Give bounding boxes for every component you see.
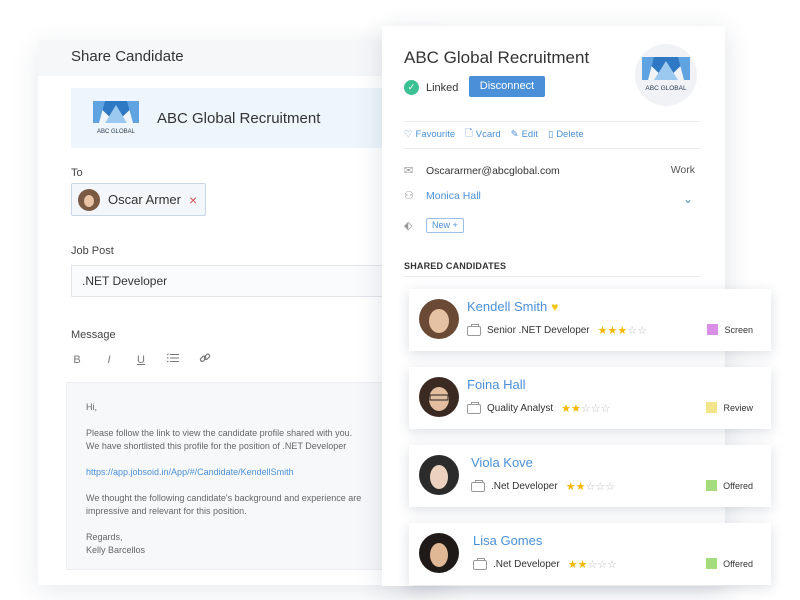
status-badge: Screen (707, 324, 753, 335)
divider (404, 276, 700, 277)
stage: Share Candidate ABC GLOBAL ABC Global Re… (0, 0, 800, 600)
briefcase-icon (467, 323, 481, 336)
candidate-role-row: .Net Developer ★★☆☆☆ (471, 479, 616, 493)
message-line: We have shortlisted this profile for the… (86, 441, 347, 451)
briefcase-icon (473, 557, 487, 570)
company-banner: ABC GLOBAL ABC Global Recruitment (71, 88, 416, 148)
candidate-avatar (419, 455, 459, 495)
candidate-role: Senior .NET Developer (487, 325, 590, 336)
rating-stars: ★★☆☆☆ (561, 403, 611, 415)
rating-stars: ★★☆☆☆ (567, 559, 618, 571)
candidate-card[interactable]: Lisa Gomes .Net Developer ★★☆☆☆ Offered (409, 523, 771, 585)
linked-status: ✓ Linked (404, 80, 458, 95)
message-line: impressive and relevant for this positio… (86, 506, 247, 516)
email-address[interactable]: Oscararmer@abcglobal.com (426, 165, 560, 177)
candidate-card[interactable]: Kendell Smith ♥ Senior .NET Developer ★★★… (409, 289, 771, 351)
message-line: We thought the following candidate's bac… (86, 493, 362, 503)
message-signature: Kelly Barcellos (86, 545, 146, 555)
candidate-role-row: Quality Analyst ★★☆☆☆ (467, 401, 611, 415)
delete-action[interactable]: ▯ Delete (548, 126, 584, 142)
profile-actions: ♡ Favourite 🗋 Vcard ✎ Edit ▯ Delete (404, 126, 584, 142)
vcard-action[interactable]: 🗋 Vcard (465, 126, 500, 142)
message-greeting: Hi, (86, 402, 97, 412)
owner-name[interactable]: Monica Hall (426, 190, 481, 202)
status-badge: Review (706, 402, 753, 413)
candidate-avatar (419, 299, 459, 339)
company-logo-circle: ABC GLOBAL (635, 44, 697, 106)
candidate-role: .Net Developer (491, 481, 558, 492)
divider (404, 148, 700, 149)
tag-icon: ⬖ (404, 220, 413, 232)
logo-text: ABC GLOBAL (645, 85, 687, 92)
job-post-field[interactable]: .NET Developer (71, 265, 401, 297)
disconnect-button[interactable]: Disconnect (469, 76, 545, 97)
recipient-avatar (78, 188, 100, 211)
user-icon: ⚇ (404, 190, 414, 202)
svg-text:ABC GLOBAL: ABC GLOBAL (97, 129, 136, 135)
candidate-name[interactable]: Foina Hall (467, 377, 526, 392)
company-logo: ABC GLOBAL (93, 101, 139, 135)
email-row: ✉ Oscararmer@abcglobal.com (404, 164, 560, 178)
status-badge: Offered (706, 480, 753, 491)
recipient-chip[interactable]: Oscar Armer × (71, 183, 206, 216)
candidate-role: .Net Developer (493, 559, 560, 570)
heart-outline-icon: ♡ (404, 128, 413, 140)
company-name: ABC Global Recruitment (157, 109, 321, 127)
candidate-name[interactable]: Viola Kove (471, 455, 533, 470)
briefcase-icon (471, 479, 485, 492)
to-label: To (71, 167, 83, 179)
message-line: Please follow the link to view the candi… (86, 428, 353, 438)
company-logo: ABC GLOBAL (642, 57, 690, 92)
candidate-role-row: .Net Developer ★★☆☆☆ (473, 557, 618, 571)
favourite-action[interactable]: ♡ Favourite (404, 126, 455, 142)
profile-title: ABC Global Recruitment (404, 48, 590, 67)
candidate-name[interactable]: Lisa Gomes (473, 533, 542, 548)
job-post-label: Job Post (71, 245, 114, 257)
linked-label: Linked (426, 81, 459, 94)
link-icon[interactable] (199, 352, 211, 367)
message-label: Message (71, 329, 116, 341)
candidate-role-row: Senior .NET Developer ★★★☆☆ (467, 323, 647, 337)
divider (404, 121, 700, 122)
list-icon[interactable] (167, 353, 179, 366)
briefcase-icon (467, 401, 481, 414)
file-icon: 🗋 (465, 128, 473, 139)
candidate-avatar (419, 533, 459, 573)
rating-stars: ★★☆☆☆ (565, 481, 616, 493)
owner-row: ⚇ Monica Hall (404, 189, 481, 203)
candidate-card[interactable]: Foina Hall Quality Analyst ★★☆☆☆ Review (409, 367, 771, 429)
italic-icon[interactable]: I (103, 354, 115, 366)
email-type: Work (670, 164, 695, 176)
candidate-name[interactable]: Kendell Smith ♥ (467, 299, 558, 314)
bold-icon[interactable]: B (71, 354, 83, 366)
rating-stars: ★★★☆☆ (597, 325, 647, 337)
candidate-role: Quality Analyst (487, 403, 554, 414)
message-editor[interactable]: Hi, Please follow the link to view the c… (66, 382, 396, 570)
shared-candidates-title: SHARED CANDIDATES (404, 261, 507, 271)
chevron-down-icon[interactable]: ⌄ (683, 192, 693, 206)
remove-recipient-icon[interactable]: × (189, 192, 197, 208)
editor-toolbar: B I U (71, 352, 211, 367)
candidate-card[interactable]: Viola Kove .Net Developer ★★☆☆☆ Offered (409, 445, 771, 507)
status-badge: Offered (706, 558, 753, 569)
candidate-avatar (419, 377, 459, 417)
heart-icon: ♥ (551, 300, 559, 314)
pencil-icon: ✎ (510, 128, 519, 140)
tag-new[interactable]: New + (426, 218, 464, 233)
candidate-link[interactable]: https://app.jobsoid.in/App/#/Candidate/K… (86, 466, 395, 479)
edit-action[interactable]: ✎ Edit (511, 126, 538, 142)
check-icon: ✓ (404, 80, 419, 95)
recipient-name: Oscar Armer (108, 192, 181, 207)
trash-icon: ▯ (547, 128, 554, 140)
message-regards: Regards, (86, 532, 123, 542)
underline-icon[interactable]: U (135, 354, 147, 366)
tag-row: ⬖ New + (404, 218, 464, 233)
envelope-icon: ✉ (404, 165, 414, 177)
